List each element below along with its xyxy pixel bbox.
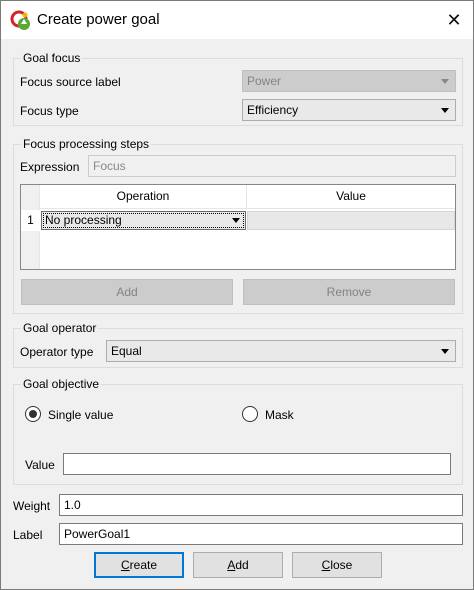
- add-button[interactable]: Add: [193, 552, 283, 578]
- focus-source-select[interactable]: Power: [242, 70, 456, 92]
- create-rest: reate: [129, 558, 158, 572]
- weight-label: Weight: [13, 499, 51, 513]
- value-label: Value: [25, 458, 55, 472]
- objective-value-input[interactable]: [63, 453, 451, 475]
- focus-type-value: Efficiency: [247, 103, 299, 117]
- operator-type-value: Equal: [111, 344, 142, 358]
- mask-label[interactable]: Mask: [265, 408, 294, 422]
- chevron-down-icon: [441, 79, 449, 84]
- goal-objective-title: Goal objective: [21, 377, 102, 391]
- goal-operator-title: Goal operator: [21, 321, 99, 335]
- label-input[interactable]: PowerGoal1: [59, 523, 463, 545]
- operator-type-label: Operator type: [20, 345, 94, 359]
- expression-input[interactable]: Focus: [88, 155, 456, 177]
- focus-source-label: Focus source label: [20, 75, 121, 89]
- operator-type-select[interactable]: Equal: [106, 340, 456, 362]
- focus-type-label: Focus type: [20, 104, 79, 118]
- single-value-label[interactable]: Single value: [48, 408, 113, 422]
- mask-radio[interactable]: [242, 406, 258, 422]
- operation-select[interactable]: No processing: [41, 211, 246, 230]
- close-rest: lose: [330, 558, 353, 572]
- weight-input[interactable]: 1.0: [59, 494, 463, 516]
- create-button[interactable]: Create: [94, 552, 184, 578]
- processing-steps-table: Operation Value 1 No processing: [20, 184, 456, 270]
- close-icon[interactable]: ✕: [439, 5, 469, 35]
- chevron-down-icon: [232, 218, 240, 223]
- title-bar: Create power goal ✕: [1, 1, 473, 39]
- window-title: Create power goal: [37, 11, 160, 28]
- operation-value-cell[interactable]: [247, 211, 455, 230]
- label-field-label: Label: [13, 528, 43, 542]
- focus-type-select[interactable]: Efficiency: [242, 99, 456, 121]
- column-header-value[interactable]: Value: [247, 185, 455, 209]
- chevron-down-icon: [441, 108, 449, 113]
- row-number[interactable]: 1: [21, 210, 40, 231]
- column-header-operation[interactable]: Operation: [40, 185, 247, 209]
- create-mnemonic: C: [120, 558, 130, 572]
- single-value-radio[interactable]: [25, 406, 41, 422]
- close-button[interactable]: Close: [292, 552, 382, 578]
- chevron-down-icon: [441, 349, 449, 354]
- focus-source-value: Power: [247, 74, 282, 88]
- expression-label: Expression: [20, 160, 80, 174]
- add-rest: dd: [235, 558, 249, 572]
- expression-placeholder: Focus: [93, 159, 126, 173]
- processing-title: Focus processing steps: [21, 137, 152, 151]
- goal-focus-title: Goal focus: [21, 51, 83, 65]
- create-power-goal-dialog: Create power goal ✕ Goal focus Focus sou…: [0, 0, 474, 590]
- add-step-button[interactable]: Add: [21, 279, 233, 305]
- remove-step-button[interactable]: Remove: [243, 279, 455, 305]
- operation-value: No processing: [45, 213, 122, 227]
- power-app-icon: [10, 10, 30, 30]
